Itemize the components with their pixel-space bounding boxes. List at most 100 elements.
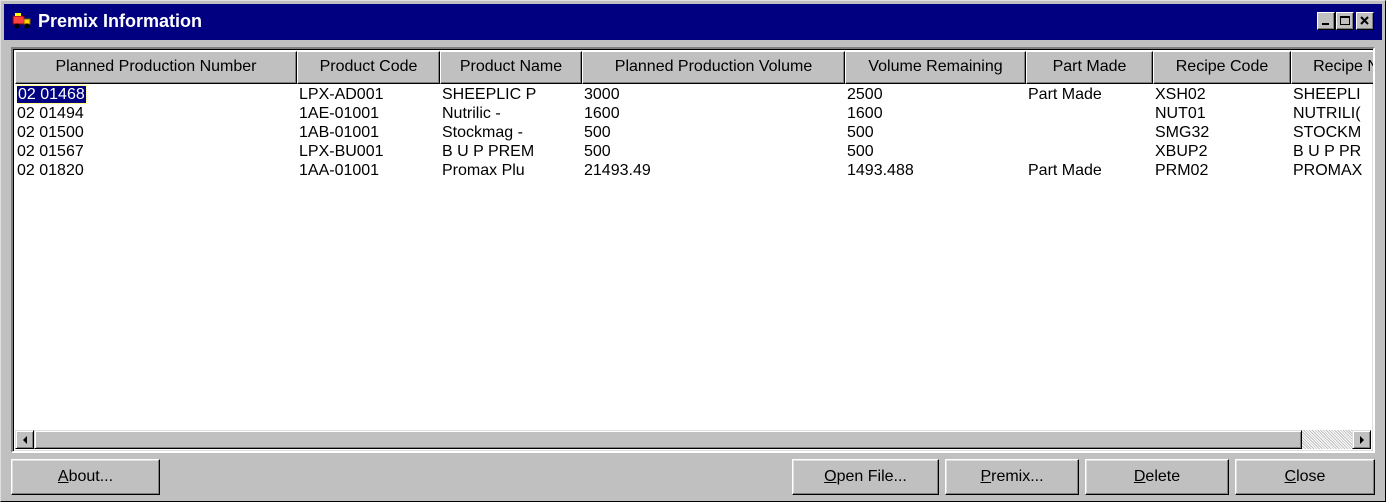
delete-label: elete: [1145, 468, 1181, 485]
cell-text: 1AA-01001: [299, 162, 380, 179]
cell-text: Promax Plu: [442, 162, 525, 179]
cell-recipe-code: NUT01: [1155, 104, 1289, 123]
premix-information-window: Premix Information Planned Production Nu…: [0, 0, 1386, 502]
premix-button[interactable]: Premix...: [945, 459, 1079, 495]
cell-text: Part Made: [1028, 162, 1102, 179]
horizontal-scrollbar[interactable]: [15, 430, 1371, 449]
cell-text: 1600: [584, 105, 620, 122]
cell-planned-production-volume: 1600: [584, 104, 843, 123]
cell-product-code: 1AE-01001: [299, 104, 438, 123]
cell-planned-production-volume: 3000: [584, 85, 843, 104]
cell-recipe-name: PROMAX: [1293, 161, 1373, 180]
cell-planned-production-number: 02 01567: [17, 142, 295, 161]
delete-mnemonic: D: [1133, 468, 1146, 485]
table-row[interactable]: 02 01468 LPX-AD001 SHEEPLIC P 3000 2500 Part …: [15, 85, 1373, 104]
cell-text: Stockmag -: [442, 124, 523, 141]
column-header-product-code[interactable]: Product Code: [297, 51, 440, 84]
table-row[interactable]: 02 01820 1AA-01001 Promax Plu 21493.49 1493.…: [15, 161, 1373, 180]
column-header-product-name[interactable]: Product Name: [440, 51, 582, 84]
about-mnemonic: A: [57, 468, 69, 485]
arrow-right-icon: [1360, 436, 1364, 444]
cell-product-name: Promax Plu: [442, 161, 580, 180]
cell-text: 3000: [584, 86, 620, 103]
cell-planned-production-number: 02 01500: [17, 123, 295, 142]
minimize-button[interactable]: [1317, 12, 1335, 30]
cell-text: 2500: [847, 86, 883, 103]
cell-text: SHEEPLIC P: [442, 86, 537, 103]
cell-volume-remaining: 500: [847, 123, 1024, 142]
cell-text: SMG32: [1155, 124, 1210, 141]
close-icon: [1360, 16, 1369, 25]
cell-product-name: B U P PREM: [442, 142, 580, 161]
cell-part-made: [1028, 104, 1151, 123]
cell-text: XSH02: [1155, 86, 1206, 103]
cell-product-name: Nutrilic -: [442, 104, 580, 123]
close-button[interactable]: Close: [1235, 459, 1375, 495]
column-header-planned-production-number[interactable]: Planned Production Number: [15, 51, 297, 84]
cell-volume-remaining: 500: [847, 142, 1024, 161]
cell-text: XBUP2: [1155, 143, 1208, 160]
close-label: lose: [1296, 468, 1326, 485]
column-header-part-made[interactable]: Part Made: [1026, 51, 1153, 84]
close-window-button[interactable]: [1356, 12, 1374, 30]
cell-planned-production-number: 02 01820: [17, 161, 295, 180]
premix-list[interactable]: Planned Production Number Product Code Pro…: [11, 47, 1375, 453]
cell-text: Part Made: [1028, 86, 1102, 103]
maximize-button[interactable]: [1336, 12, 1354, 30]
cell-text: 02 01500: [17, 124, 84, 141]
cell-planned-production-volume: 21493.49: [584, 161, 843, 180]
cell-product-name: Stockmag -: [442, 123, 580, 142]
cell-text: 1AB-01001: [299, 124, 380, 141]
about-label: bout...: [68, 468, 114, 485]
column-header-recipe-code[interactable]: Recipe Code: [1153, 51, 1291, 84]
cell-product-name: SHEEPLIC P: [442, 85, 580, 104]
premix-label: remix...: [991, 468, 1044, 485]
cell-product-code: LPX-BU001: [299, 142, 438, 161]
cell-text: PRM02: [1155, 162, 1209, 179]
cell-planned-production-number: 02 01468: [17, 85, 295, 104]
cell-recipe-name: STOCKM: [1293, 123, 1373, 142]
cell-text: 1600: [847, 105, 883, 122]
cell-text: LPX-BU001: [299, 143, 384, 160]
cell-volume-remaining: 2500: [847, 85, 1024, 104]
arrow-left-icon: [23, 436, 27, 444]
table-row[interactable]: 02 01500 1AB-01001 Stockmag - 500 500 SMG32 ST…: [15, 123, 1373, 142]
cell-text: PROMAX: [1293, 162, 1363, 179]
title-bar[interactable]: Premix Information: [4, 4, 1382, 40]
scroll-left-button[interactable]: [15, 430, 34, 449]
column-header-volume-remaining[interactable]: Volume Remaining: [845, 51, 1026, 84]
cell-text: 21493.49: [584, 162, 651, 179]
cell-recipe-name: SHEEPLI: [1293, 85, 1373, 104]
cell-text: Nutrilic -: [442, 105, 501, 122]
column-header-planned-production-volume[interactable]: Planned Production Volume: [582, 51, 845, 84]
open-file-mnemonic: O: [824, 468, 837, 485]
cell-recipe-code: XSH02: [1155, 85, 1289, 104]
cell-part-made: Part Made: [1028, 161, 1151, 180]
cell-part-made: [1028, 142, 1151, 161]
column-headers: Planned Production Number Product Code Pro…: [15, 51, 1373, 84]
table-row[interactable]: 02 01567 LPX-BU001 B U P PREM 500 500 XBUP2 B …: [15, 142, 1373, 161]
cell-text: 02 01468: [17, 85, 87, 104]
cell-text: 500: [847, 124, 874, 141]
table-row[interactable]: 02 01494 1AE-01001 Nutrilic - 1600 1600 NUT01…: [15, 104, 1373, 123]
about-button[interactable]: About...: [11, 459, 160, 495]
cell-volume-remaining: 1493.488: [847, 161, 1024, 180]
window-controls: [1316, 12, 1374, 32]
delete-button[interactable]: Delete: [1085, 459, 1229, 495]
cell-volume-remaining: 1600: [847, 104, 1024, 123]
cell-recipe-code: SMG32: [1155, 123, 1289, 142]
column-header-recipe-name[interactable]: Recipe N: [1291, 51, 1373, 84]
cell-text: 02 01567: [17, 143, 84, 160]
scroll-thumb[interactable]: [34, 430, 1302, 449]
scroll-right-button[interactable]: [1352, 430, 1371, 449]
cell-text: LPX-AD001: [299, 86, 384, 103]
cell-text: STOCKM: [1293, 124, 1362, 141]
open-file-button[interactable]: Open File...: [792, 459, 939, 495]
cell-planned-production-number: 02 01494: [17, 104, 295, 123]
cell-product-code: LPX-AD001: [299, 85, 438, 104]
cell-text: NUT01: [1155, 105, 1206, 122]
cell-product-code: 1AA-01001: [299, 161, 438, 180]
cell-planned-production-volume: 500: [584, 142, 843, 161]
cell-recipe-code: XBUP2: [1155, 142, 1289, 161]
premix-mnemonic: P: [980, 468, 992, 485]
